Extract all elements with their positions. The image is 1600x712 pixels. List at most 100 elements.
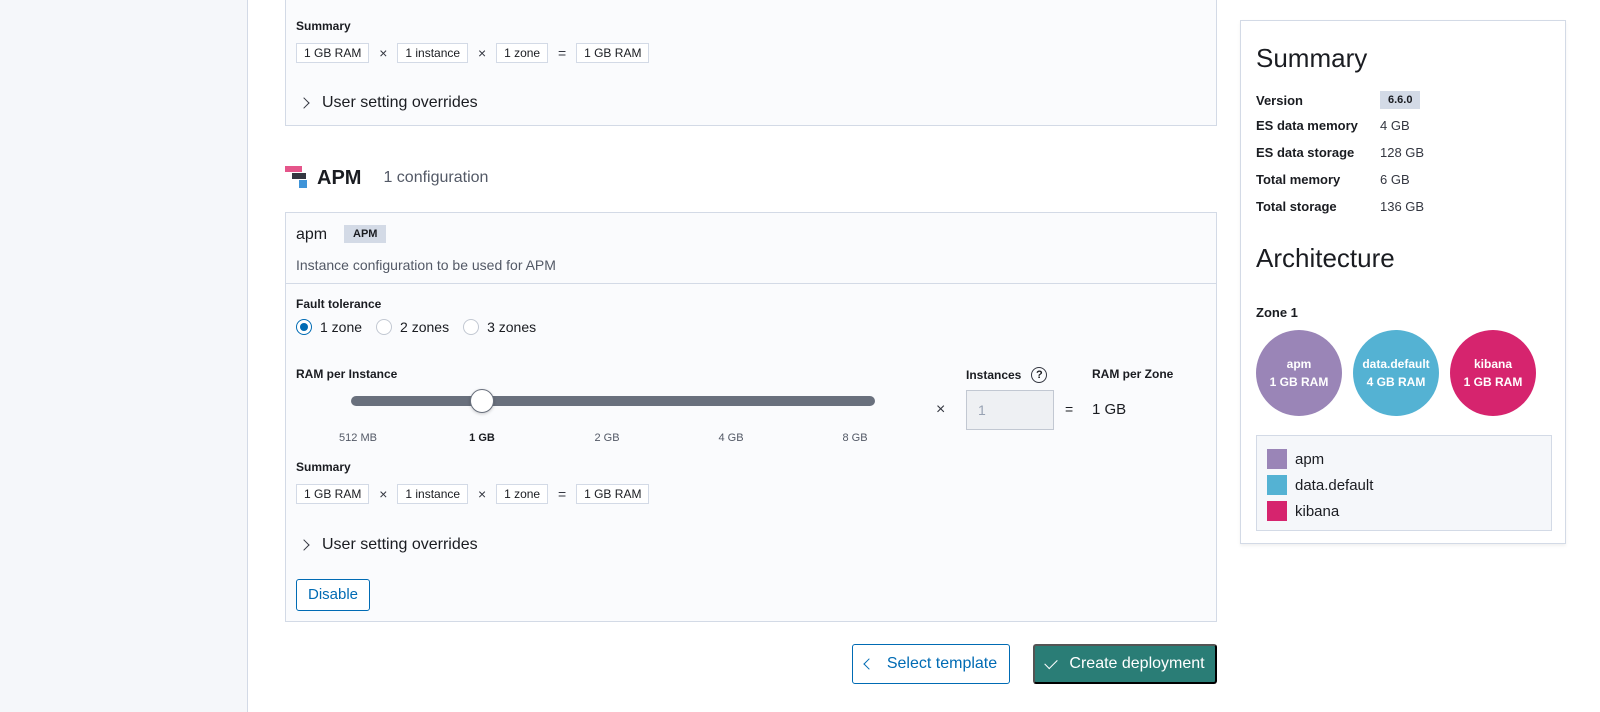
slider-tick-label: 8 GB	[842, 432, 868, 444]
summary-label: Summary	[296, 460, 351, 474]
summary-value: 4 GB	[1380, 118, 1410, 133]
equals-sign: =	[558, 45, 567, 61]
overrides-label: User setting overrides	[322, 94, 478, 111]
legend-label: data.default	[1295, 476, 1374, 494]
section-title: APM	[317, 166, 362, 189]
radio-label: 2 zones	[400, 319, 450, 335]
times-sign: ×	[936, 401, 946, 418]
radio-3-zones[interactable]: 3 zones	[463, 319, 536, 335]
legend-item: apm	[1267, 446, 1541, 472]
summary-calculation: 1 GB RAM × 1 instance × 1 zone = 1 GB RA…	[296, 484, 650, 504]
summary-row-es-data-memory: ES data memory 4 GB	[1256, 118, 1410, 133]
chevron-right-icon	[298, 539, 310, 551]
slider-tick-label: 2 GB	[594, 432, 620, 444]
ram-slider-thumb[interactable]	[470, 389, 494, 413]
equals-sign: =	[1065, 401, 1074, 417]
summary-label: Summary	[296, 19, 351, 33]
config-description: Instance configuration to be used for AP…	[296, 257, 556, 273]
legend-item: data.default	[1267, 472, 1541, 498]
summary-value: 6 GB	[1380, 172, 1410, 187]
version-badge: 6.6.0	[1380, 91, 1421, 109]
times-sign: ×	[477, 45, 487, 61]
legend-swatch	[1267, 501, 1287, 521]
summary-value: 136 GB	[1380, 199, 1425, 214]
radio-selected-icon[interactable]	[296, 319, 312, 335]
ram-slider-track[interactable]	[351, 396, 875, 406]
node-ram: 4 GB RAM	[1366, 375, 1426, 389]
zone-chip: 1 zone	[496, 43, 549, 63]
summary-row-total-memory: Total memory 6 GB	[1256, 172, 1410, 187]
apm-card-header: apm APM Instance configuration to be use…	[286, 213, 1216, 284]
radio-label: 3 zones	[487, 319, 537, 335]
disable-button[interactable]: Disable	[296, 579, 371, 611]
zone-chip: 1 zone	[496, 484, 549, 504]
legend-swatch	[1267, 449, 1287, 469]
left-navigation-rail	[0, 0, 248, 712]
node-name: kibana	[1473, 357, 1512, 371]
ram-per-zone-label: RAM per Zone	[1092, 367, 1174, 381]
node-ram: 1 GB RAM	[1463, 375, 1523, 389]
summary-card: Summary Version 6.6.0 ES data memory 4 G…	[1240, 20, 1566, 544]
summary-key: Version	[1256, 92, 1303, 108]
legend-label: apm	[1295, 450, 1325, 468]
create-deployment-label: Create deployment	[1069, 655, 1205, 672]
architecture-node-kibana: kibana 1 GB RAM	[1450, 330, 1536, 416]
summary-row-total-storage: Total storage 136 GB	[1256, 199, 1424, 214]
config-badge: APM	[344, 225, 387, 243]
total-chip: 1 GB RAM	[576, 484, 650, 504]
user-setting-overrides-toggle[interactable]: User setting overrides	[298, 536, 478, 554]
radio-unselected-icon[interactable]	[376, 319, 393, 335]
instance-chip: 1 instance	[397, 484, 469, 504]
instances-label-text: Instances	[966, 368, 1022, 382]
zone-label: Zone 1	[1256, 305, 1298, 320]
check-icon	[1044, 655, 1059, 669]
slider-tick-label: 512 MB	[339, 432, 377, 444]
apm-section-header: APM 1 configuration	[285, 166, 488, 190]
architecture-node-data-default: data.default 4 GB RAM	[1353, 330, 1439, 416]
create-deployment-button[interactable]: Create deployment	[1033, 644, 1217, 684]
instances-input[interactable]: 1	[966, 390, 1054, 430]
times-sign: ×	[379, 486, 388, 502]
node-name: data.default	[1362, 357, 1430, 371]
select-template-button[interactable]: Select template	[852, 644, 1010, 684]
chevron-left-icon	[863, 658, 875, 670]
ram-chip: 1 GB RAM	[296, 43, 370, 63]
summary-key: ES data storage	[1256, 145, 1355, 160]
radio-1-zone[interactable]: 1 zone	[296, 319, 362, 335]
summary-row-version: Version 6.6.0	[1256, 91, 1421, 109]
user-setting-overrides-toggle[interactable]: User setting overrides	[298, 94, 478, 112]
summary-calculation: 1 GB RAM × 1 instance × 1 zone = 1 GB RA…	[296, 43, 650, 63]
summary-key: Total storage	[1256, 199, 1337, 214]
times-sign: ×	[379, 45, 388, 61]
legend-label: kibana	[1295, 502, 1340, 520]
summary-value: 128 GB	[1380, 145, 1425, 160]
apm-config-card: apm APM Instance configuration to be use…	[285, 212, 1217, 622]
ram-per-zone-value: 1 GB	[1092, 401, 1127, 418]
slider-tick-label: 4 GB	[718, 432, 744, 444]
fault-tolerance-radio-group: 1 zone 2 zones 3 zones	[296, 319, 550, 335]
legend-item: kibana	[1267, 498, 1541, 524]
summary-row-es-data-storage: ES data storage 128 GB	[1256, 145, 1424, 160]
architecture-legend: apm data.default kibana	[1256, 435, 1552, 531]
radio-2-zones[interactable]: 2 zones	[376, 319, 449, 335]
config-name: apm	[296, 226, 328, 243]
section-subtitle: 1 configuration	[383, 169, 489, 186]
summary-key: ES data memory	[1256, 118, 1358, 133]
legend-swatch	[1267, 475, 1287, 495]
fault-tolerance-label: Fault tolerance	[296, 297, 382, 311]
radio-label: 1 zone	[320, 319, 363, 335]
radio-unselected-icon[interactable]	[463, 319, 480, 335]
ram-per-instance-label: RAM per Instance	[296, 367, 398, 381]
times-sign: ×	[477, 486, 487, 502]
help-icon[interactable]: ?	[1031, 367, 1048, 383]
node-ram: 1 GB RAM	[1269, 375, 1329, 389]
previous-config-card: Summary 1 GB RAM × 1 instance × 1 zone =…	[285, 0, 1217, 126]
summary-key: Total memory	[1256, 172, 1341, 187]
architecture-node-apm: apm 1 GB RAM	[1256, 330, 1342, 416]
summary-title: Summary	[1256, 43, 1368, 73]
total-chip: 1 GB RAM	[576, 43, 650, 63]
chevron-right-icon	[298, 97, 310, 109]
slider-tick-label: 1 GB	[469, 432, 495, 444]
node-name: apm	[1286, 357, 1312, 371]
instances-label: Instances ?	[966, 367, 1048, 383]
